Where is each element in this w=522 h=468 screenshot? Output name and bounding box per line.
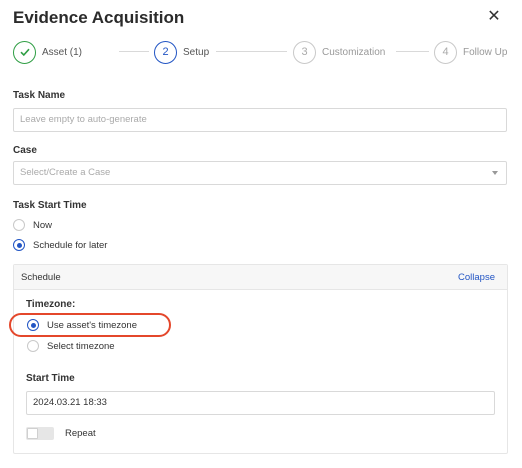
task-name-label: Task Name bbox=[13, 90, 66, 101]
step-divider bbox=[216, 51, 287, 52]
start-time-value: 2024.03.21 18:33 bbox=[33, 397, 107, 408]
start-time-label: Start Time bbox=[26, 373, 75, 384]
timezone-label: Timezone: bbox=[26, 299, 76, 310]
schedule-panel: Schedule Collapse bbox=[13, 264, 508, 454]
task-start-time-label: Task Start Time bbox=[13, 200, 87, 211]
close-icon[interactable]: ✕ bbox=[484, 8, 504, 28]
step-label: Asset (1) bbox=[42, 46, 83, 58]
task-name-input[interactable]: Leave empty to auto-generate bbox=[13, 108, 507, 132]
radio-label: Schedule for later bbox=[33, 239, 108, 251]
step-divider bbox=[119, 51, 149, 52]
task-name-placeholder: Leave empty to auto-generate bbox=[20, 114, 147, 125]
case-select[interactable]: Select/Create a Case bbox=[13, 161, 507, 185]
radio-now[interactable]: Now bbox=[13, 219, 52, 231]
stepper: Asset (1) 2 Setup 3 Customization 4 Foll… bbox=[13, 40, 513, 66]
repeat-toggle[interactable] bbox=[26, 427, 54, 440]
case-label: Case bbox=[13, 145, 37, 156]
toggle-knob bbox=[27, 428, 38, 439]
dialog-title: Evidence Acquisition bbox=[13, 8, 185, 27]
annotation-highlight bbox=[9, 313, 171, 337]
step-label: Follow Up bbox=[463, 46, 508, 58]
step-number: 4 bbox=[434, 40, 457, 64]
start-time-input[interactable]: 2024.03.21 18:33 bbox=[26, 391, 495, 415]
step-follow-up[interactable]: 4 Follow Up bbox=[434, 40, 507, 64]
radio-schedule-for-later[interactable]: Schedule for later bbox=[13, 239, 107, 251]
step-label: Setup bbox=[183, 46, 210, 58]
step-number: 2 bbox=[154, 40, 177, 64]
step-setup[interactable]: 2 Setup bbox=[154, 40, 209, 64]
step-divider bbox=[396, 51, 429, 52]
case-placeholder: Select/Create a Case bbox=[20, 167, 111, 178]
check-icon bbox=[13, 40, 36, 64]
radio-label: Select timezone bbox=[47, 340, 115, 352]
collapse-link[interactable]: Collapse bbox=[458, 272, 495, 283]
step-label: Customization bbox=[322, 46, 386, 58]
radio-select-timezone[interactable]: Select timezone bbox=[27, 340, 115, 352]
evidence-acquisition-dialog: Evidence Acquisition ✕ Asset (1) 2 Setup… bbox=[0, 0, 522, 468]
schedule-panel-header: Schedule Collapse bbox=[14, 265, 507, 290]
step-asset[interactable]: Asset (1) bbox=[13, 40, 82, 64]
step-number: 3 bbox=[293, 40, 316, 64]
repeat-label: Repeat bbox=[65, 428, 96, 439]
radio-label: Now bbox=[33, 219, 53, 231]
chevron-down-icon bbox=[492, 171, 498, 175]
schedule-title: Schedule bbox=[21, 272, 61, 283]
radio-button[interactable] bbox=[13, 239, 25, 251]
step-customization[interactable]: 3 Customization bbox=[293, 40, 385, 64]
radio-button[interactable] bbox=[13, 219, 25, 231]
radio-button[interactable] bbox=[27, 340, 39, 352]
